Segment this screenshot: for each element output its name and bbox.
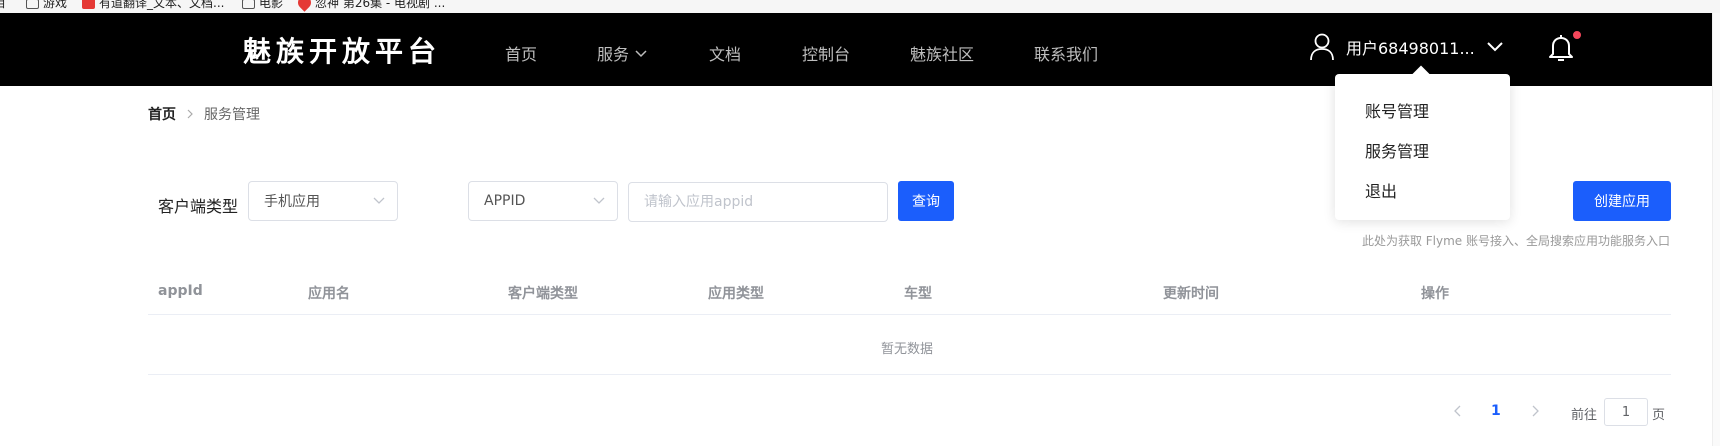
client-type-label: 客户端类型 bbox=[158, 197, 239, 216]
goto-page-input[interactable] bbox=[1604, 398, 1648, 426]
column-header-car-model: 车型 bbox=[904, 286, 932, 302]
site-logo[interactable]: 魅族开放平台 bbox=[243, 30, 441, 70]
nav-label: 控制台 bbox=[802, 45, 851, 64]
nav-console[interactable]: 控制台 bbox=[802, 41, 850, 65]
client-type-select[interactable]: 手机应用 bbox=[248, 181, 398, 221]
column-header-appid: appId bbox=[158, 283, 203, 299]
nav-label: 首页 bbox=[505, 45, 538, 64]
query-button[interactable]: 查询 bbox=[898, 181, 954, 221]
notification-dot bbox=[1572, 30, 1582, 40]
column-header-updated-time: 更新时间 bbox=[1163, 286, 1219, 302]
breadcrumb-current: 服务管理 bbox=[204, 107, 260, 123]
select-value: APPID bbox=[484, 193, 526, 209]
table-bottom-divider bbox=[148, 374, 1671, 375]
bookmark-label: 有道翻译_文本、文档... bbox=[99, 0, 225, 10]
nav-contact[interactable]: 联系我们 bbox=[1034, 41, 1098, 65]
page-scrollbar[interactable] bbox=[1712, 13, 1720, 446]
user-icon bbox=[1310, 33, 1334, 61]
user-dropdown-menu: 账号管理 服务管理 退出 bbox=[1335, 74, 1510, 220]
chevron-down-icon bbox=[635, 49, 647, 57]
bookmark-games[interactable]: 游戏 bbox=[26, 0, 67, 11]
select-value: 手机应用 bbox=[264, 194, 320, 210]
bookmark-label: 忽神 第26集 - 电视剧 ... bbox=[315, 0, 446, 10]
menu-logout[interactable]: 退出 bbox=[1365, 178, 1397, 202]
bookmark-label: 目 bbox=[0, 0, 7, 10]
appid-search-input[interactable] bbox=[628, 182, 888, 222]
menu-account-management[interactable]: 账号管理 bbox=[1365, 98, 1429, 122]
menu-service-management[interactable]: 服务管理 bbox=[1365, 138, 1429, 162]
chevron-down-icon bbox=[1486, 42, 1503, 52]
chevron-down-icon bbox=[373, 197, 385, 204]
nav-label: 魅族社区 bbox=[910, 45, 975, 64]
bookmark-movies[interactable]: 电影 bbox=[242, 0, 283, 11]
folder-icon bbox=[26, 0, 39, 9]
folder-icon bbox=[242, 0, 255, 9]
service-hint-text: 此处为获取 Flyme 账号接入、全局搜索应用功能服务入口 bbox=[1361, 234, 1670, 248]
table-empty-text: 暂无数据 bbox=[881, 342, 934, 357]
chevron-right-icon bbox=[187, 109, 193, 119]
nav-docs[interactable]: 文档 bbox=[709, 41, 741, 65]
page-number-current[interactable]: 1 bbox=[1491, 403, 1501, 419]
column-header-client-type: 客户端类型 bbox=[508, 286, 578, 302]
bookmarks-bar: 目 游戏 有道翻译_文本、文档... 电影 忽神 第26集 - 电视剧 ... bbox=[0, 0, 1720, 13]
bookmark-item[interactable]: 目 bbox=[0, 0, 6, 11]
youdao-icon bbox=[82, 0, 95, 9]
nav-services[interactable]: 服务 bbox=[597, 41, 647, 65]
prev-page-icon[interactable] bbox=[1451, 404, 1465, 418]
pin-icon bbox=[295, 0, 314, 12]
bookmark-youdao[interactable]: 有道翻译_文本、文档... bbox=[82, 0, 224, 11]
nav-community[interactable]: 魅族社区 bbox=[910, 41, 974, 65]
bookmark-label: 游戏 bbox=[43, 0, 68, 10]
column-header-actions: 操作 bbox=[1421, 286, 1449, 302]
breadcrumb-home[interactable]: 首页 bbox=[148, 104, 176, 124]
nav-label: 联系我们 bbox=[1034, 45, 1099, 64]
breadcrumb: 首页 服务管理 bbox=[148, 104, 260, 124]
column-header-app-type: 应用类型 bbox=[708, 286, 764, 302]
nav-label: 服务 bbox=[597, 45, 630, 64]
page-suffix-label: 页 bbox=[1652, 408, 1666, 423]
user-name: 用户68498011... bbox=[1346, 39, 1475, 58]
next-page-icon[interactable] bbox=[1528, 404, 1542, 418]
bookmark-tv-episode[interactable]: 忽神 第26集 - 电视剧 ... bbox=[295, 0, 446, 12]
goto-label: 前往 bbox=[1571, 408, 1598, 423]
nav-label: 文档 bbox=[709, 45, 742, 64]
bookmark-label: 电影 bbox=[259, 0, 284, 10]
nav-home[interactable]: 首页 bbox=[505, 41, 537, 65]
create-app-button[interactable]: 创建应用 bbox=[1573, 181, 1671, 221]
table-header-divider bbox=[148, 314, 1671, 315]
column-header-app-name: 应用名 bbox=[308, 286, 350, 302]
user-menu-trigger[interactable]: 用户68498011... bbox=[1310, 33, 1503, 61]
search-field-select[interactable]: APPID bbox=[468, 181, 618, 221]
chevron-down-icon bbox=[593, 197, 605, 204]
